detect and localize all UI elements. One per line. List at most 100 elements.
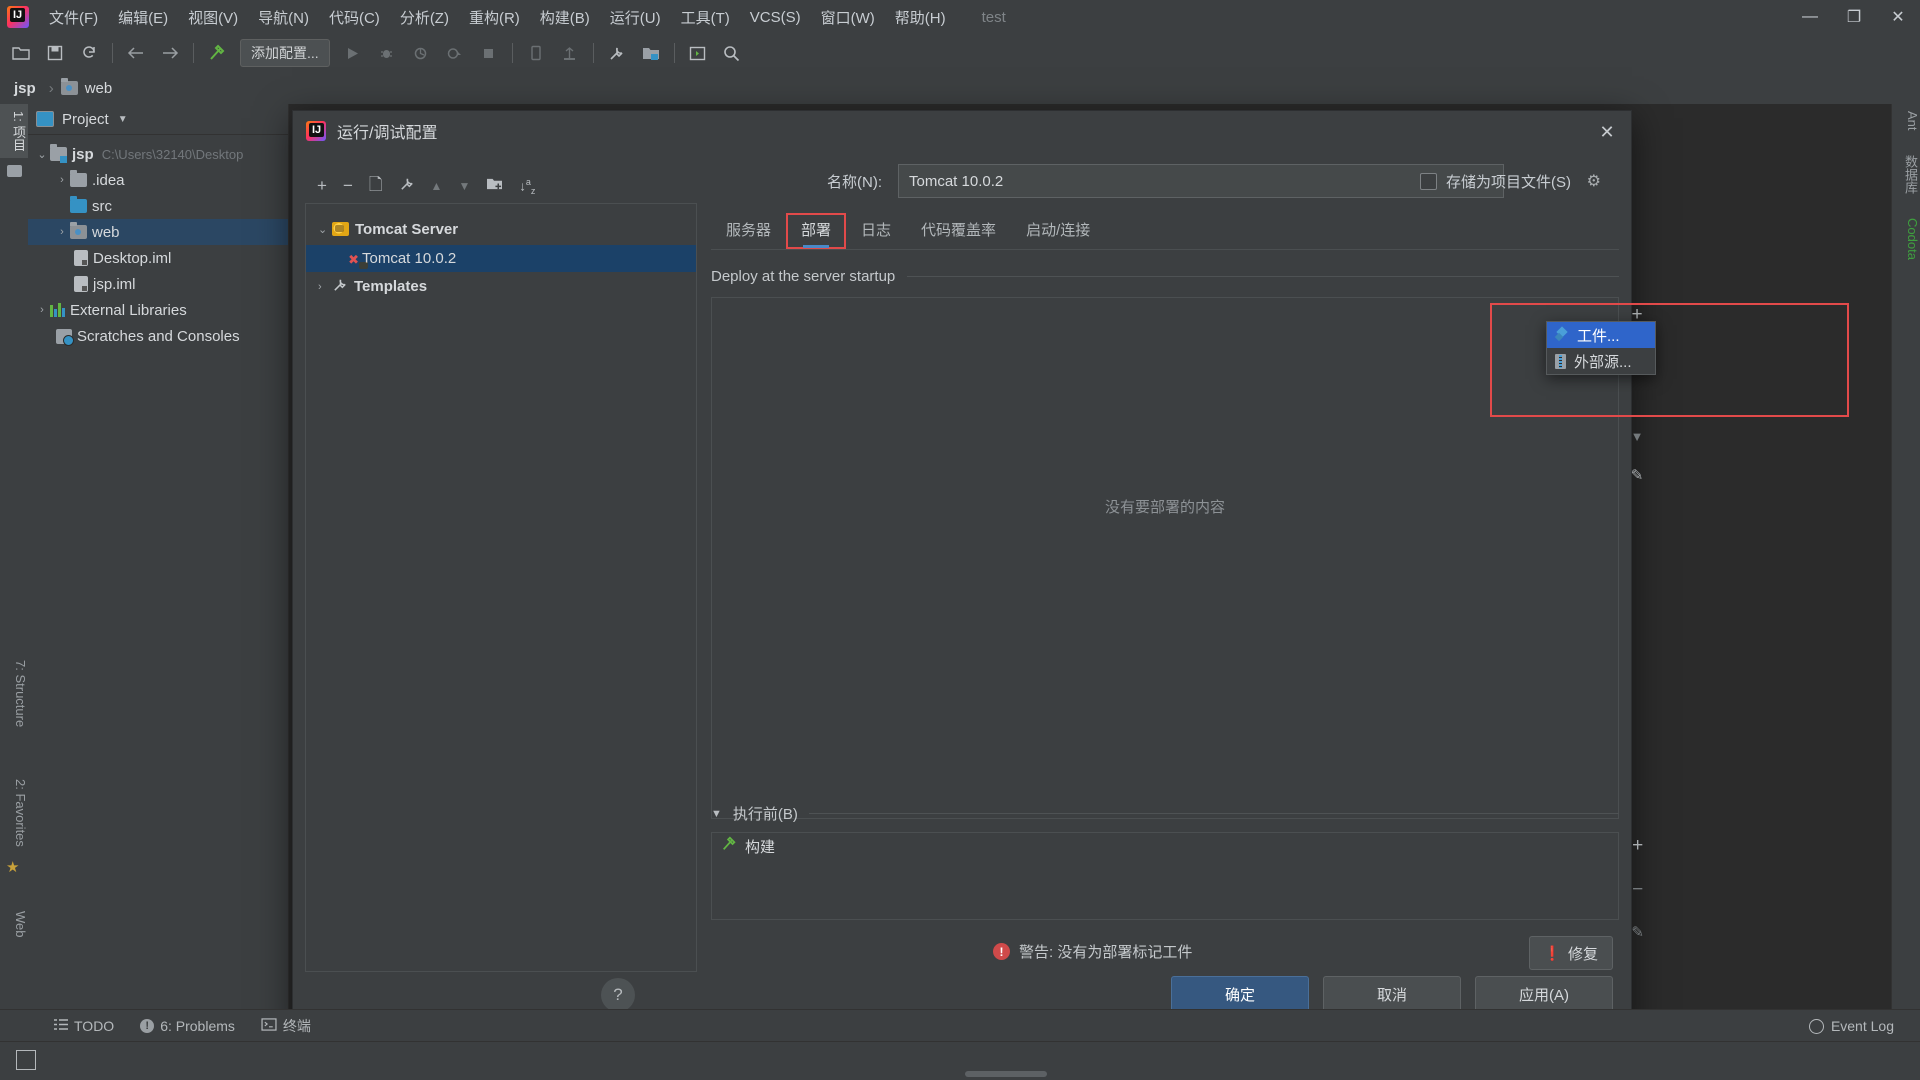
window-layout-icon[interactable]: [16, 1050, 36, 1070]
profile-icon[interactable]: [440, 39, 470, 67]
dialog-close-icon[interactable]: ✕: [1593, 119, 1621, 145]
menu-file[interactable]: 文件(F): [39, 2, 108, 33]
tree-row-web[interactable]: › web: [28, 219, 288, 245]
fix-button[interactable]: ❗ 修复: [1528, 936, 1613, 970]
tab-deployment[interactable]: 部署: [786, 213, 847, 249]
forward-arrow-icon[interactable]: [155, 39, 185, 67]
popup-item-external-source[interactable]: 外部源...: [1547, 348, 1655, 374]
chevron-down-icon[interactable]: ⌄: [318, 223, 332, 236]
tree-row-scratches[interactable]: Scratches and Consoles: [28, 323, 288, 349]
checkbox-box[interactable]: [1420, 173, 1437, 190]
breadcrumb-current[interactable]: web: [85, 80, 113, 97]
tab-logs[interactable]: 日志: [846, 213, 906, 249]
menu-window[interactable]: 窗口(W): [811, 2, 885, 33]
device-icon[interactable]: [521, 39, 551, 67]
new-folder-icon[interactable]: [486, 176, 503, 196]
remove-icon[interactable]: −: [343, 176, 353, 196]
sidebar-item-favorites[interactable]: 2: Favorites: [0, 772, 28, 854]
sidebar-item-project[interactable]: 1: 项目: [0, 104, 28, 159]
add-configuration-button[interactable]: 添加配置...: [240, 39, 330, 67]
menu-build[interactable]: 构建(B): [530, 2, 600, 33]
chevron-right-icon[interactable]: ›: [318, 281, 332, 293]
stop-icon[interactable]: [474, 39, 504, 67]
run-icon[interactable]: [338, 39, 368, 67]
debug-icon[interactable]: [372, 39, 402, 67]
gear-icon[interactable]: ⚙: [1587, 171, 1601, 191]
store-as-project-file-checkbox[interactable]: 存储为项目文件(S): [1420, 171, 1571, 192]
edit-pencil-icon[interactable]: ✎: [1631, 923, 1644, 941]
sort-alpha-icon[interactable]: ↓az: [519, 177, 535, 196]
close-button[interactable]: ✕: [1876, 0, 1920, 34]
sidebar-item-codota[interactable]: Codota: [1892, 211, 1920, 267]
ok-button[interactable]: 确定: [1171, 976, 1309, 1012]
status-terminal[interactable]: 终端: [261, 1016, 311, 1036]
build-hammer-icon[interactable]: [202, 39, 232, 67]
add-icon[interactable]: +: [1632, 835, 1643, 857]
config-row-templates[interactable]: › Templates: [306, 272, 696, 301]
sync-icon[interactable]: [74, 39, 104, 67]
tree-row-jsp-iml[interactable]: jsp.iml: [28, 271, 288, 297]
maximize-button[interactable]: ❐: [1832, 0, 1876, 34]
add-icon[interactable]: +: [317, 176, 327, 196]
menu-run[interactable]: 运行(U): [600, 2, 671, 33]
menu-tools[interactable]: 工具(T): [671, 2, 740, 33]
horizontal-scrollbar[interactable]: [965, 1071, 1047, 1077]
sidebar-item-web[interactable]: Web: [0, 904, 28, 945]
chevron-right-icon[interactable]: ›: [54, 174, 70, 186]
sidebar-item-structure[interactable]: 7: Structure: [0, 653, 28, 734]
before-launch-row-build[interactable]: 构建: [712, 833, 1618, 859]
before-launch-list[interactable]: 构建 + − ✎: [711, 832, 1644, 941]
chevron-down-icon[interactable]: ▼: [118, 114, 128, 125]
menu-view[interactable]: 视图(V): [178, 2, 248, 33]
tab-code-coverage[interactable]: 代码覆盖率: [906, 213, 1011, 249]
tab-server[interactable]: 服务器: [711, 213, 786, 249]
menu-navigate[interactable]: 导航(N): [248, 2, 319, 33]
tab-startup-connection[interactable]: 启动/连接: [1011, 213, 1105, 249]
popup-item-artifact[interactable]: 工件...: [1547, 322, 1655, 348]
breadcrumb-project[interactable]: jsp: [14, 80, 36, 97]
tree-row-desktop-iml[interactable]: Desktop.iml: [28, 245, 288, 271]
remove-icon[interactable]: −: [1632, 879, 1643, 901]
tree-row-jsp[interactable]: ⌄ jsp C:\Users\32140\Desktop: [28, 141, 288, 167]
menu-vcs[interactable]: VCS(S): [740, 4, 811, 31]
config-row-tomcat-1002[interactable]: ✖ Tomcat 10.0.2: [306, 245, 696, 272]
chevron-right-icon[interactable]: ›: [34, 304, 50, 316]
upload-icon[interactable]: [555, 39, 585, 67]
settings-wrench-icon[interactable]: [602, 39, 632, 67]
terminal-icon[interactable]: [683, 39, 713, 67]
edit-wrench-icon[interactable]: [399, 176, 415, 197]
help-button[interactable]: ?: [601, 978, 635, 1012]
move-down-icon[interactable]: ▼: [1631, 429, 1644, 444]
run-with-coverage-icon[interactable]: [406, 39, 436, 67]
project-structure-icon[interactable]: [636, 39, 666, 67]
event-log-button[interactable]: Event Log: [1808, 1018, 1894, 1034]
deployment-list-panel[interactable]: 没有要部署的内容 + − ▲ ▼ ✎: [711, 297, 1643, 819]
apply-button[interactable]: 应用(A): [1475, 976, 1613, 1012]
tree-row-idea[interactable]: › .idea: [28, 167, 288, 193]
save-icon[interactable]: [40, 39, 70, 67]
edit-pencil-icon[interactable]: ✎: [1631, 466, 1644, 484]
menu-code[interactable]: 代码(C): [319, 2, 390, 33]
menu-refactor[interactable]: 重构(R): [459, 2, 530, 33]
open-folder-icon[interactable]: [6, 39, 36, 67]
chevron-right-icon[interactable]: ›: [54, 226, 70, 238]
menu-edit[interactable]: 编辑(E): [108, 2, 178, 33]
search-icon[interactable]: [717, 39, 747, 67]
status-todo[interactable]: TODO: [54, 1018, 114, 1034]
menu-help[interactable]: 帮助(H): [885, 2, 956, 33]
chevron-down-icon[interactable]: ▼: [711, 808, 722, 820]
sidebar-item-ant[interactable]: Ant: [1892, 104, 1920, 138]
move-up-icon[interactable]: ▲: [431, 179, 443, 193]
tree-row-external-libraries[interactable]: › External Libraries: [28, 297, 288, 323]
minimize-button[interactable]: —: [1788, 0, 1832, 34]
config-row-tomcat-server[interactable]: ⌄ Tomcat Server: [306, 204, 696, 245]
menu-analyze[interactable]: 分析(Z): [390, 2, 459, 33]
move-down-icon[interactable]: ▼: [458, 179, 470, 193]
sidebar-item-database[interactable]: 数据库: [1892, 148, 1920, 201]
cancel-button[interactable]: 取消: [1323, 976, 1461, 1012]
chevron-down-icon[interactable]: ⌄: [34, 148, 50, 161]
tree-row-src[interactable]: src: [28, 193, 288, 219]
status-problems[interactable]: ! 6: Problems: [140, 1018, 235, 1034]
copy-icon[interactable]: 🗋: [369, 172, 383, 201]
back-arrow-icon[interactable]: [121, 39, 151, 67]
